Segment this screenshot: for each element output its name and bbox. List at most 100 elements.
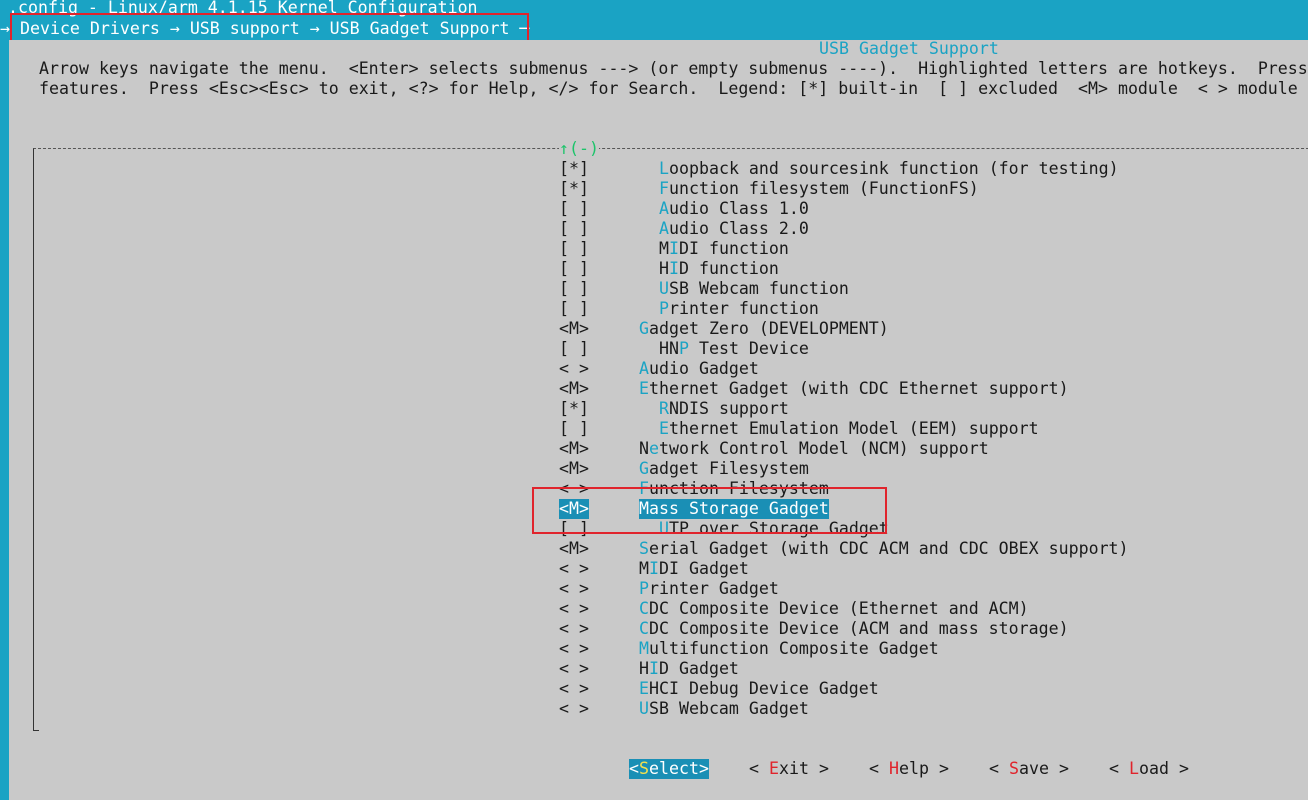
menu-item-label-rest: DC Composite Device (ACM and mass storag… — [649, 619, 1069, 638]
menu-item-label-rest: thernet Gadget (with CDC Ethernet suppor… — [649, 379, 1069, 398]
menu-item-label: MIDI function — [659, 239, 789, 259]
menu-item-state: < > — [559, 679, 589, 698]
menu-item-label: Multifunction Composite Gadget — [639, 639, 939, 659]
menu-item-hotkey: E — [639, 379, 649, 398]
menu-item-label-rest: twork Control Model (NCM) support — [659, 439, 989, 458]
menu-item-label-prefix: H — [639, 659, 649, 678]
menu-item-label-prefix: HN — [659, 339, 679, 358]
menu-item-state: < > — [559, 359, 589, 378]
menu-item-label-rest: erial Gadget (with CDC ACM and CDC OBEX … — [649, 539, 1129, 558]
menu-item-state: [ ] — [559, 299, 589, 318]
menu-item-state: <M> — [559, 439, 589, 458]
menu-item-label-rest: DC Composite Device (Ethernet and ACM) — [649, 599, 1029, 618]
menu-item-hotkey: S — [639, 539, 649, 558]
menu-item-label: Audio Class 2.0 — [659, 219, 809, 239]
menu-item-label-rest: adget Filesystem — [649, 459, 809, 478]
menu-item-label: Function filesystem (FunctionFS) — [659, 179, 979, 199]
button-open-bracket: < — [989, 759, 1009, 778]
help-text-line1: Arrow keys navigate the menu. <Enter> se… — [39, 59, 1308, 78]
menu-item-label-rest: DI Gadget — [659, 559, 749, 578]
dialog-title: USB Gadget Support — [819, 39, 999, 58]
menu-item-label-rest: unction filesystem (FunctionFS) — [669, 179, 979, 198]
menu-item-label-rest: udio Class 1.0 — [669, 199, 809, 218]
menu-item-label: Ethernet Emulation Model (EEM) support — [659, 419, 1039, 439]
menu-item-label: HNP Test Device — [659, 339, 809, 359]
button-open-bracket: < — [749, 759, 769, 778]
menu-item-hotkey: P — [659, 299, 669, 318]
menu-item-hotkey: A — [639, 359, 649, 378]
menu-item-hotkey: G — [639, 319, 649, 338]
button-label-rest: elect — [649, 759, 699, 778]
menu-item-state: [ ] — [559, 419, 589, 438]
menu-item-hotkey: P — [639, 579, 649, 598]
menu-item-hotkey: A — [659, 199, 669, 218]
menu-item-label-rest: thernet Emulation Model (EEM) support — [669, 419, 1039, 438]
exit-button[interactable]: < Exit > — [749, 759, 829, 779]
menu-item-label-rest: HCI Debug Device Gadget — [649, 679, 879, 698]
menu-item-hotkey: G — [639, 459, 649, 478]
menu-item-label-prefix: H — [659, 259, 669, 278]
menu-item-hotkey: A — [659, 219, 669, 238]
menu-item-label: Ethernet Gadget (with CDC Ethernet suppo… — [639, 379, 1069, 399]
button-label-rest: xit — [778, 759, 809, 778]
button-open-bracket: < — [629, 759, 639, 778]
menu-item-state: [*] — [559, 179, 589, 198]
menu-item-state: <M> — [559, 319, 589, 338]
menu-item-hotkey: I — [649, 559, 659, 578]
menu-item-state: < > — [559, 639, 589, 658]
button-close-bracket: > — [808, 759, 829, 778]
menu-item-label: USB Webcam function — [659, 279, 849, 299]
menu-item-label: Serial Gadget (with CDC ACM and CDC OBEX… — [639, 539, 1129, 559]
menu-item-label-rest: D function — [679, 259, 779, 278]
menu-item-state: [ ] — [559, 279, 589, 298]
menu-item-label-rest: D Gadget — [659, 659, 739, 678]
menu-item-hotkey: M — [639, 639, 649, 658]
menu-item-hotkey: F — [659, 179, 669, 198]
menu-item-hotkey: e — [649, 439, 659, 458]
menu-item-hotkey: P — [678, 339, 689, 358]
menu-item-label-rest: NDIS support — [669, 399, 789, 418]
menu-item-state: [*] — [559, 159, 589, 178]
button-label-rest: oad — [1138, 759, 1169, 778]
load-button[interactable]: < Load > — [1109, 759, 1189, 779]
menu-item-label-rest: udio Class 2.0 — [669, 219, 809, 238]
menu-item-label-prefix: M — [639, 559, 649, 578]
menu-item-label-rest: rinter Gadget — [649, 579, 779, 598]
button-hotkey: L — [1128, 759, 1139, 778]
menu-item-state: < > — [559, 619, 589, 638]
menu-item-label-rest: SB Webcam Gadget — [649, 699, 809, 718]
menu-item-state: < > — [559, 559, 589, 578]
menu-item-label-rest: oopback and sourcesink function (for tes… — [669, 159, 1119, 178]
menu-item-label: Audio Gadget — [639, 359, 759, 379]
menu-item-state: < > — [559, 599, 589, 618]
menu-item-state: <M> — [559, 379, 589, 398]
menu-item-state: < > — [559, 699, 589, 718]
menu-item-hotkey: R — [659, 399, 669, 418]
menu-item-label-rest: Test Device — [688, 339, 809, 358]
button-label-rest: ave — [1018, 759, 1049, 778]
menu-item-label: Audio Class 1.0 — [659, 199, 809, 219]
menu-item-label: Gadget Zero (DEVELOPMENT) — [639, 319, 889, 339]
button-close-bracket: > — [1048, 759, 1069, 778]
menu-item-label: RNDIS support — [659, 399, 789, 419]
button-close-bracket: > — [928, 759, 949, 778]
config-dialog: USB Gadget Support Arrow keys navigate t… — [9, 39, 1308, 800]
menu-item-label: Printer Gadget — [639, 579, 779, 599]
save-button[interactable]: < Save > — [989, 759, 1069, 779]
menu-item-label: HID Gadget — [639, 659, 739, 679]
help-text-line2: features. Press <Esc><Esc> to exit, <?> … — [39, 79, 1298, 98]
menu-item-label: Network Control Model (NCM) support — [639, 439, 989, 459]
button-open-bracket: < — [869, 759, 889, 778]
menu-item-hotkey: I — [649, 659, 659, 678]
button-hotkey: E — [768, 759, 779, 778]
help-button[interactable]: < Help > — [869, 759, 949, 779]
menu-item-state: <M> — [559, 459, 589, 478]
menu-item-hotkey: E — [659, 419, 669, 438]
menu-item-label: Printer function — [659, 299, 819, 319]
menu-item-label: HID function — [659, 259, 779, 279]
menu-item-state: [ ] — [559, 259, 589, 278]
menu-item-hotkey: I — [669, 259, 679, 278]
menu-item-hotkey: L — [659, 159, 669, 178]
menu-item-state: <M> — [559, 539, 589, 558]
select-button[interactable]: <Select> — [629, 759, 709, 779]
